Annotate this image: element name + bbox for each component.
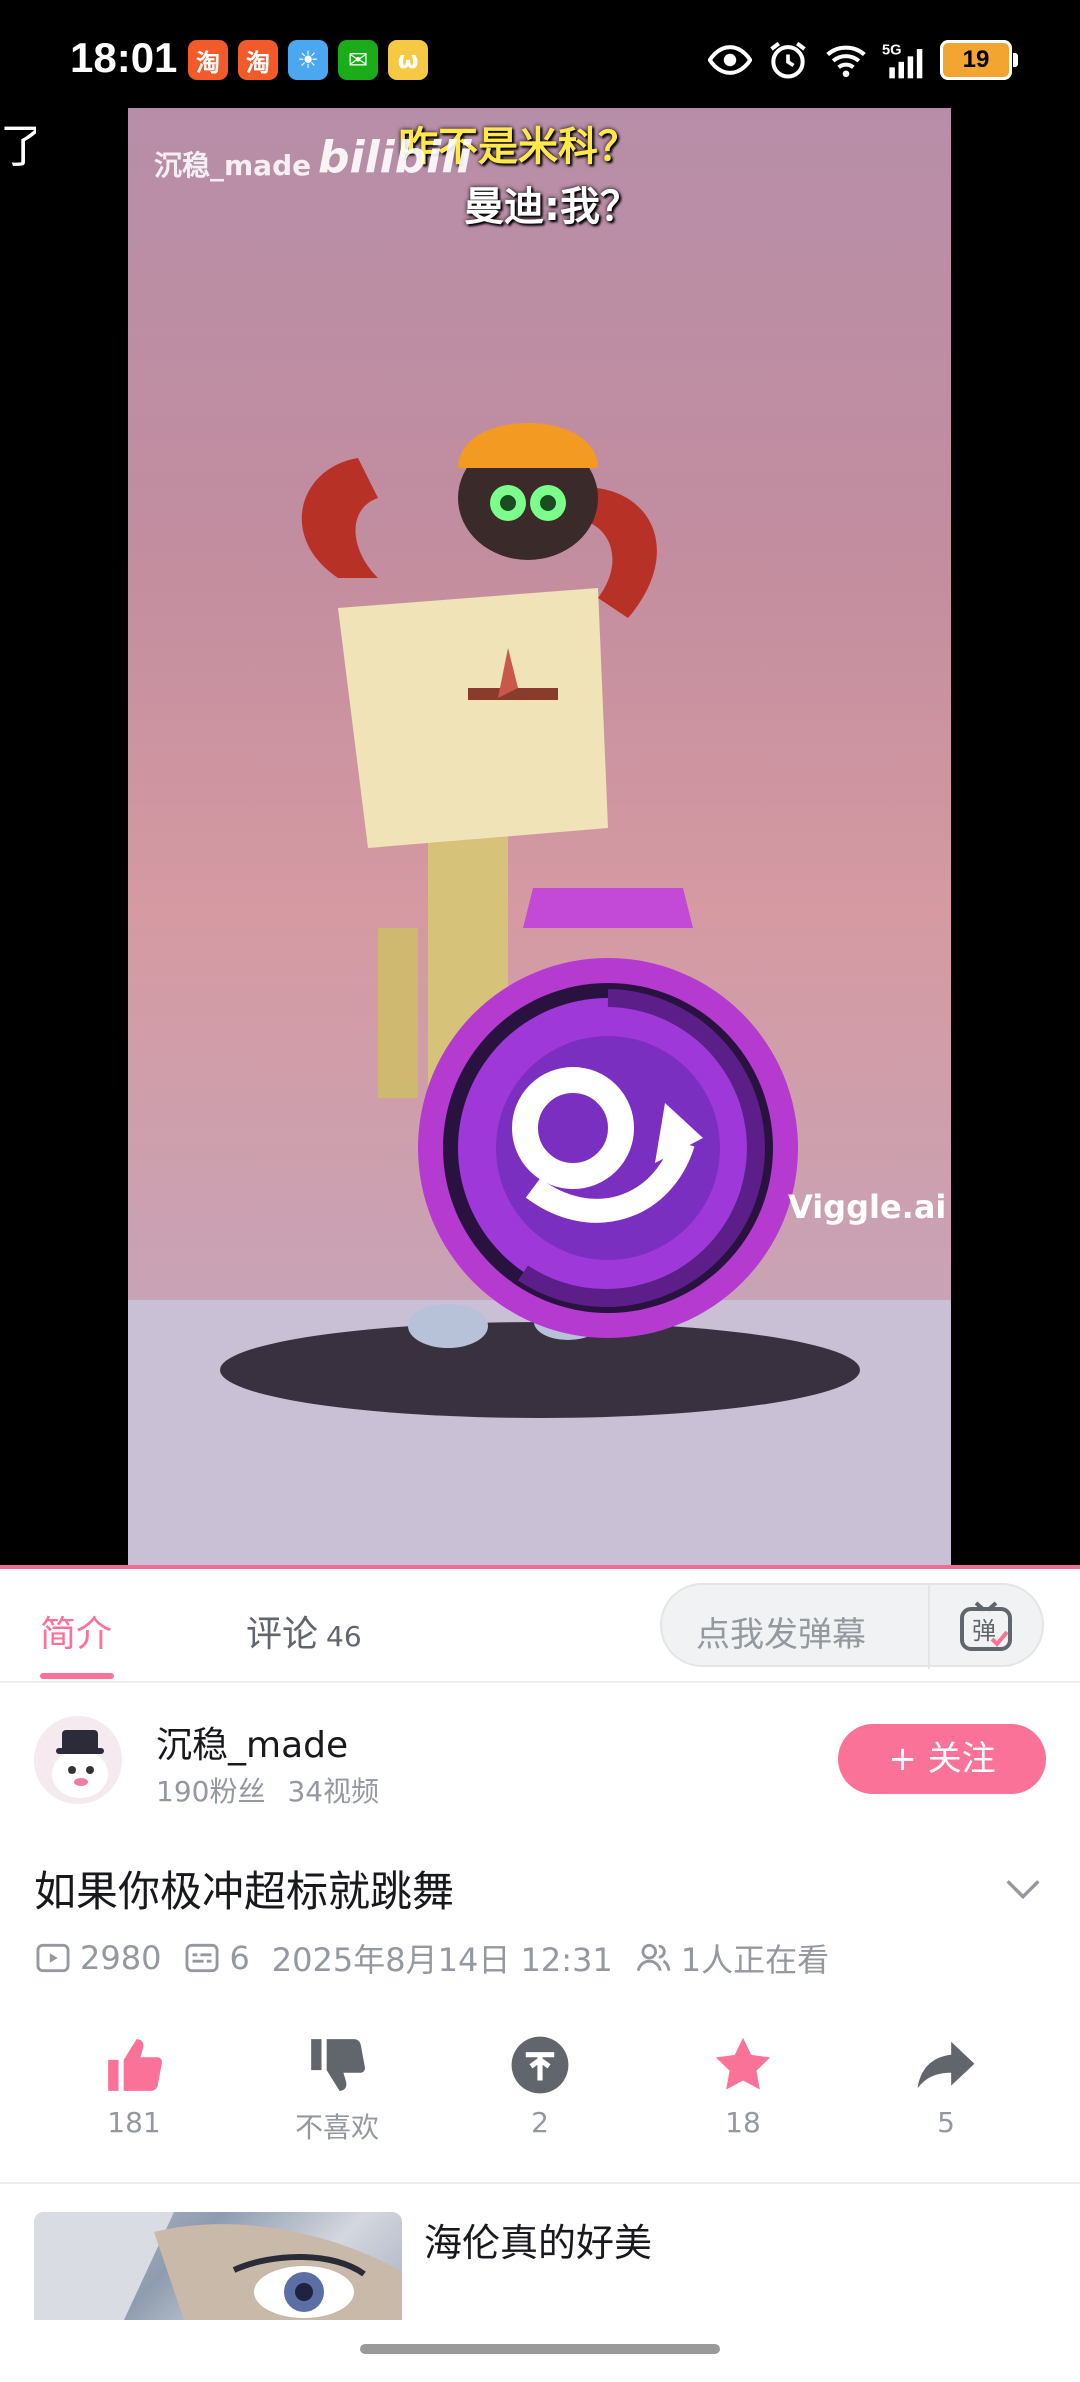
home-indicator[interactable] xyxy=(360,2344,720,2354)
uploader-videos: 34视频 xyxy=(287,1775,380,1808)
tab-comments-label: 评论 xyxy=(246,1614,319,1655)
tab-intro-label: 简介 xyxy=(40,1614,113,1655)
thumbs-up-icon xyxy=(108,2039,162,2091)
like-count: 181 xyxy=(107,2106,161,2139)
share-count: 5 xyxy=(937,2106,955,2139)
tab-comments[interactable]: 评论 46 xyxy=(246,1605,362,1657)
status-indicators: 5G 19 xyxy=(708,38,1018,82)
view-count-value: 2980 xyxy=(80,1939,162,1977)
left-edge-text: 了 xyxy=(0,119,36,173)
battery-indicator: 19 xyxy=(940,40,1018,80)
view-count: 2980 xyxy=(34,1939,161,1977)
avatar-image xyxy=(34,1716,122,1804)
thumbs-down-icon xyxy=(311,2039,365,2091)
danmaku-placeholder[interactable]: 点我发弹幕 xyxy=(696,1607,866,1656)
recommended-video-title[interactable]: 海伦真的好美 xyxy=(424,2212,652,2267)
watching-now: 1人正在看 xyxy=(635,1935,829,1981)
uploader-avatar[interactable] xyxy=(34,1716,122,1804)
status-bar: 18:01 淘淘 ☀ ✉ ω 5G 19 xyxy=(0,0,1080,110)
video-caption-line2: 曼迪:我？ xyxy=(464,184,640,230)
danmaku-toggle-icon[interactable]: 弹 xyxy=(958,1599,1014,1655)
like-button[interactable]: 181 xyxy=(54,2030,214,2139)
video-meta-row: 2980 6 2025年8月14日 12:31 1人正在看 xyxy=(34,1935,851,1981)
rabbit-app-icon: ω xyxy=(388,40,428,80)
detail-tabs: 简介 评论 46 点我发弹幕 弹 xyxy=(0,1569,1080,1683)
danmaku-count-icon xyxy=(185,1943,219,1973)
star-icon xyxy=(715,2037,771,2090)
danmaku-count-value: 6 xyxy=(229,1939,250,1977)
status-app-icons: 淘淘 ☀ ✉ ω xyxy=(188,40,428,80)
coin-button[interactable]: 2 xyxy=(460,2030,620,2139)
viggle-watermark: Viggle.ai xyxy=(788,1188,947,1226)
follow-button[interactable]: + 关注 xyxy=(838,1724,1046,1794)
eye-icon xyxy=(708,45,752,75)
coin-count: 2 xyxy=(531,2106,549,2139)
svg-text:5G: 5G xyxy=(882,43,902,59)
recommended-video-thumbnail[interactable] xyxy=(34,2212,402,2320)
status-time: 18:01 xyxy=(70,34,178,81)
video-frame[interactable]: 咋不是米科？ 曼迪:我？ 沉稳_made bilibili Viggle.ai xyxy=(128,108,951,1568)
alarm-icon xyxy=(770,41,806,79)
weather-app-icon: ☀ xyxy=(288,40,328,80)
wechat-app-icon: ✉ xyxy=(338,40,378,80)
uploader-name[interactable]: 沉稳_made xyxy=(156,1716,348,1768)
section-divider xyxy=(0,2182,1080,2184)
wifi-icon xyxy=(826,45,866,78)
thumbnail-image xyxy=(34,2212,402,2320)
share-button[interactable]: 5 xyxy=(866,2030,1026,2139)
danmaku-input-box[interactable]: 点我发弹幕 弹 xyxy=(660,1583,1044,1669)
share-arrow-icon xyxy=(917,2041,975,2089)
action-bar: 181 不喜欢 2 18 5 xyxy=(0,2030,1080,2180)
favorite-button[interactable]: 18 xyxy=(663,2030,823,2139)
danmaku-count: 6 xyxy=(183,1939,250,1977)
uploader-stats: 190粉丝 34视频 xyxy=(156,1770,401,1810)
people-watching-icon xyxy=(636,1943,671,1972)
video-title: 如果你极冲超标就跳舞 xyxy=(34,1867,455,1916)
coin-icon xyxy=(511,2036,569,2094)
signal-icon: 5G xyxy=(882,43,923,79)
favorite-count: 18 xyxy=(725,2106,761,2139)
active-tab-indicator xyxy=(40,1673,114,1679)
taobao-app-icon-2: 淘 xyxy=(238,40,278,80)
taobao-app-icon: 淘 xyxy=(188,40,228,80)
comments-count: 46 xyxy=(326,1620,362,1653)
video-watermark: 沉稳_made xyxy=(154,149,312,182)
publish-time: 2025年8月14日 12:31 xyxy=(271,1941,613,1979)
play-count-icon xyxy=(36,1943,70,1973)
watching-now-value: 1人正在看 xyxy=(680,1941,830,1979)
tab-intro[interactable]: 简介 xyxy=(40,1605,112,1657)
bilibili-logo: bilibili xyxy=(318,132,472,183)
dislike-button[interactable]: 不喜欢 xyxy=(257,2030,417,2146)
dislike-label: 不喜欢 xyxy=(294,2111,379,2144)
uploader-fans: 190粉丝 xyxy=(156,1775,266,1808)
chevron-down-icon[interactable] xyxy=(1000,1866,1046,1912)
loading-spinner-icon xyxy=(418,888,798,1338)
danmaku-divider xyxy=(928,1585,930,1669)
